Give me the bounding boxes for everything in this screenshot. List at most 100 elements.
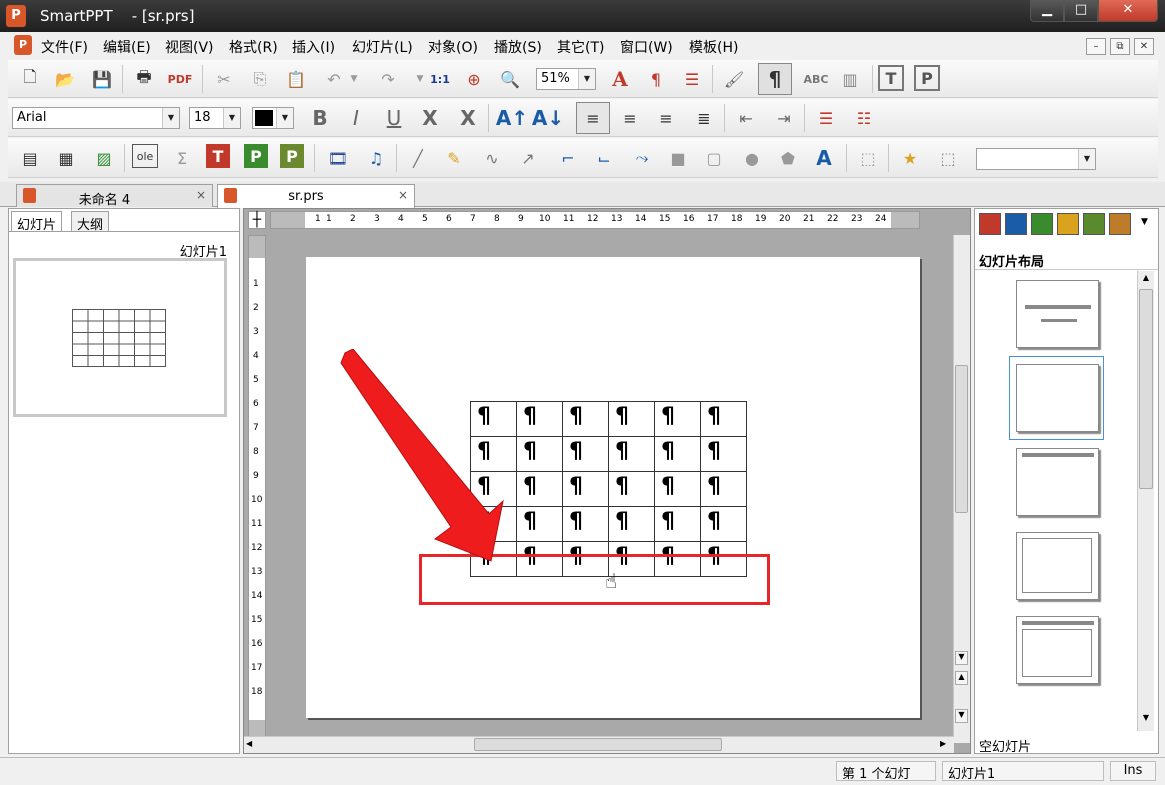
line-tool-icon[interactable]: ╱ bbox=[404, 144, 432, 172]
mdi-close-button[interactable]: ✕ bbox=[1134, 38, 1154, 55]
table-cell[interactable]: ¶ bbox=[516, 471, 563, 507]
maximize-button[interactable]: □ bbox=[1064, 0, 1098, 22]
table-cell[interactable]: ¶ bbox=[562, 471, 609, 507]
ellipse-icon[interactable]: ● bbox=[738, 144, 766, 172]
table-cell[interactable]: ¶ bbox=[562, 436, 609, 472]
insert-placeholder-icon[interactable]: P bbox=[244, 144, 268, 168]
table-cell[interactable]: ¶ bbox=[700, 506, 747, 542]
ruler-corner-icon[interactable]: ┼ bbox=[248, 211, 266, 229]
increase-font-icon[interactable]: A↑ bbox=[496, 104, 528, 132]
next-slide-icon[interactable]: ▼ bbox=[955, 709, 968, 723]
textbox-icon[interactable]: ▤ bbox=[16, 144, 44, 172]
rounded-rectangle-icon[interactable]: ▢ bbox=[700, 144, 728, 172]
align-right-icon[interactable]: ≡ bbox=[652, 104, 680, 132]
style-select[interactable]: ▼ bbox=[976, 148, 1096, 170]
horizontal-scrollbar[interactable]: ◀ ▶ bbox=[244, 736, 954, 753]
panel-menu-icon[interactable]: ▼ bbox=[1141, 217, 1148, 227]
table-cell[interactable]: ¶ bbox=[608, 436, 655, 472]
scroll-up-icon[interactable]: ▲ bbox=[1139, 273, 1153, 287]
pencil-tool-icon[interactable]: ✎ bbox=[440, 144, 468, 172]
minimize-button[interactable]: ▁ bbox=[1030, 0, 1064, 22]
scroll-thumb[interactable] bbox=[1139, 289, 1153, 489]
table-cell[interactable]: ¶ bbox=[700, 436, 747, 472]
insert-title-icon[interactable]: T bbox=[206, 144, 230, 168]
menu-insert[interactable]: 插入(I) bbox=[292, 37, 335, 57]
zoom-select[interactable]: 51% ▼ bbox=[536, 68, 596, 90]
align-center-icon[interactable]: ≡ bbox=[616, 104, 644, 132]
menu-play[interactable]: 播放(S) bbox=[494, 37, 542, 57]
transition-icon[interactable] bbox=[1083, 213, 1105, 235]
animation-icon[interactable] bbox=[1057, 213, 1079, 235]
insert-formula-icon[interactable]: Σ bbox=[168, 144, 196, 172]
menu-format[interactable]: 格式(R) bbox=[229, 37, 278, 57]
close-tab-icon[interactable]: × bbox=[398, 188, 408, 202]
table-cell[interactable]: ¶ bbox=[700, 471, 747, 507]
menu-slide[interactable]: 幻灯片(L) bbox=[352, 37, 413, 57]
table-cell[interactable]: ¶ bbox=[654, 436, 701, 472]
insert-picture-icon[interactable]: ▨ bbox=[90, 144, 118, 172]
indent-icon[interactable]: ⇥ bbox=[770, 104, 798, 132]
table-cell[interactable]: ¶ bbox=[562, 506, 609, 542]
font-size-select[interactable]: 18 ▼ bbox=[189, 107, 241, 129]
save-icon[interactable]: 💾 bbox=[88, 65, 116, 93]
open-folder-icon[interactable]: 📂 bbox=[51, 65, 79, 93]
layout-title-slide[interactable] bbox=[1016, 280, 1099, 348]
decrease-font-icon[interactable]: A↓ bbox=[532, 104, 564, 132]
layout-scrollbar[interactable]: ▲ ▼ bbox=[1137, 271, 1154, 731]
outdent-icon[interactable]: ⇤ bbox=[732, 104, 760, 132]
tab-sr-prs[interactable]: sr.prs × bbox=[217, 184, 415, 208]
bullet-list-icon[interactable]: ☰ bbox=[812, 104, 840, 132]
chevron-down-icon[interactable]: ▼ bbox=[1078, 149, 1095, 169]
insert-ole-icon[interactable]: ole bbox=[132, 144, 158, 168]
color-scheme-icon[interactable] bbox=[1031, 213, 1053, 235]
curved-connector-icon[interactable]: ⤳ bbox=[628, 144, 656, 172]
menu-edit[interactable]: 编辑(E) bbox=[103, 37, 151, 57]
connector-icon[interactable]: ⌐ bbox=[554, 144, 582, 172]
chevron-down-icon[interactable]: ▼ bbox=[223, 108, 240, 128]
rectangle-icon[interactable]: ■ bbox=[664, 144, 692, 172]
bold-icon[interactable]: B bbox=[306, 104, 334, 132]
shapes-icon[interactable]: ⬟ bbox=[774, 144, 802, 172]
scroll-thumb[interactable] bbox=[955, 365, 968, 513]
table-cell[interactable]: ¶ bbox=[516, 401, 563, 437]
show-marks-icon[interactable]: ¶ bbox=[758, 63, 792, 95]
close-button[interactable]: ✕ bbox=[1098, 0, 1158, 22]
title-text-icon[interactable]: T bbox=[878, 65, 904, 91]
justify-icon[interactable]: ≣ bbox=[690, 104, 718, 132]
mdi-minimize-button[interactable]: – bbox=[1086, 38, 1106, 55]
cut-icon[interactable]: ✂ bbox=[210, 65, 238, 93]
copy-icon[interactable]: ⎘ bbox=[246, 65, 274, 93]
design-tool-icon[interactable] bbox=[1005, 213, 1027, 235]
layout-title-content[interactable] bbox=[1016, 616, 1099, 684]
strikethrough-icon[interactable]: X bbox=[416, 104, 444, 132]
close-tab-icon[interactable]: × bbox=[196, 188, 206, 202]
spellcheck-icon[interactable]: ABC bbox=[802, 65, 830, 93]
insert-video-icon[interactable]: 🎞 bbox=[324, 144, 352, 172]
insert-table-icon[interactable]: ▦ bbox=[52, 144, 80, 172]
table-cell[interactable]: ¶ bbox=[654, 506, 701, 542]
bullet-format-icon[interactable]: ☰ bbox=[678, 65, 706, 93]
tab-outline[interactable]: 大纲 bbox=[71, 211, 110, 233]
menu-file[interactable]: 文件(F) bbox=[41, 37, 88, 57]
table-cell[interactable]: ¶ bbox=[700, 401, 747, 437]
zoom-fit-icon[interactable]: ⊕ bbox=[460, 65, 488, 93]
insert-page-icon[interactable]: P bbox=[280, 144, 304, 168]
paragraph-format-icon[interactable]: ¶ bbox=[642, 65, 670, 93]
group-icon[interactable]: ⬚ bbox=[854, 144, 882, 172]
layout-title-only[interactable] bbox=[1016, 448, 1099, 516]
layout-tool-icon[interactable] bbox=[979, 213, 1001, 235]
menu-other[interactable]: 其它(T) bbox=[557, 37, 604, 57]
font-name-select[interactable]: Arial ▼ bbox=[12, 107, 180, 129]
prev-slide-icon[interactable]: ▲ bbox=[955, 671, 968, 685]
star-icon[interactable]: ★ bbox=[896, 144, 924, 172]
insert-audio-icon[interactable]: ♫ bbox=[362, 144, 390, 172]
print-icon[interactable]: 🖶 bbox=[130, 65, 158, 93]
crop-icon[interactable]: ⬚ bbox=[934, 144, 962, 172]
scroll-thumb[interactable] bbox=[474, 738, 722, 751]
table-cell[interactable]: ¶ bbox=[654, 401, 701, 437]
color-select[interactable]: ▼ bbox=[252, 107, 294, 129]
double-strike-icon[interactable]: X bbox=[454, 104, 482, 132]
layout-blank[interactable] bbox=[1016, 364, 1099, 432]
undo-dropdown-icon[interactable]: ▼ bbox=[340, 65, 368, 93]
table-cell[interactable]: ¶ bbox=[608, 401, 655, 437]
